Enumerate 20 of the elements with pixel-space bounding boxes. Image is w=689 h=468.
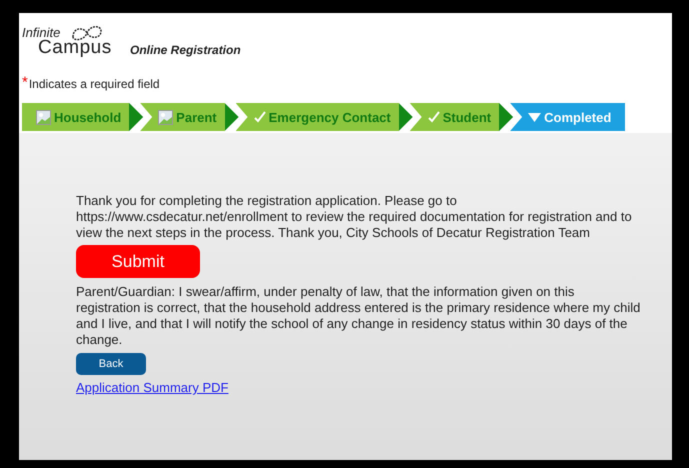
required-note: Indicates a required field xyxy=(28,77,160,91)
check-icon xyxy=(254,111,266,123)
summary-pdf-link[interactable]: Application Summary PDF xyxy=(76,380,228,395)
step-tab[interactable]: Household xyxy=(22,103,144,131)
logo-text: Infinite xyxy=(22,25,60,40)
back-button[interactable]: Back xyxy=(76,353,146,375)
image-icon xyxy=(158,110,174,124)
page-title: Online Registration xyxy=(130,43,241,57)
check-icon xyxy=(428,111,440,123)
submit-button[interactable]: Submit xyxy=(76,245,200,278)
required-mark: * xyxy=(22,77,28,91)
step-tab[interactable]: Parent xyxy=(140,103,239,131)
affirmation-text: Parent/Guardian: I swear/affirm, under penalty of law, that the information given on this registration is correct, that the household address entered is the primary residence where my child and I live, and that I will notify the school of any change in residency status within 30 days of the change. xyxy=(76,284,642,348)
confirmation-message: Thank you for completing the registration application. Please go to https://www.csdecatur.net/enrollment to review the required documentation for registration and to view the next steps in the process. Thank you, City Schools of Decatur Registration Team xyxy=(76,193,633,241)
image-icon xyxy=(36,110,51,124)
step-tab[interactable]: Student xyxy=(410,103,514,131)
logo-text: Campus xyxy=(38,37,112,59)
triangle-down-icon xyxy=(528,112,542,122)
step-tab[interactable]: Completed xyxy=(510,103,626,131)
step-tab[interactable]: Emergency Contact xyxy=(236,103,413,131)
